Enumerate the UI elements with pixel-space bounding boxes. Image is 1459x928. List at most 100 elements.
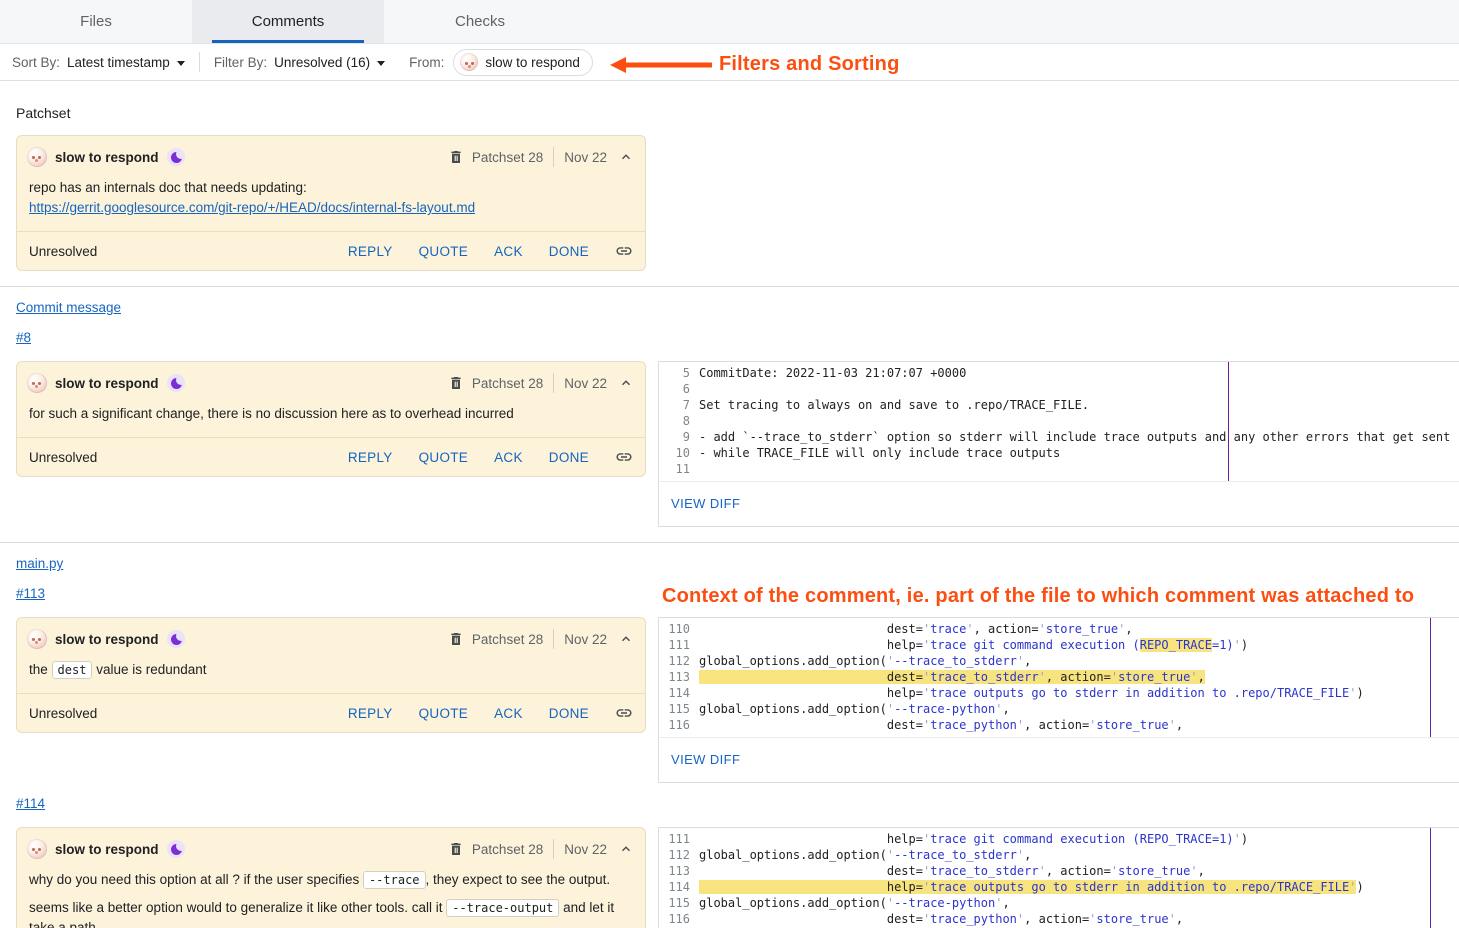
delete-comment-button[interactable] (448, 375, 464, 391)
from-label: From: (409, 55, 444, 70)
avatar (27, 147, 47, 167)
sort-by-dropdown[interactable]: Latest timestamp (67, 55, 185, 70)
inline-code: dest (52, 661, 93, 679)
comment-card-header: slow to respond Patchset 28 Nov 22 (17, 136, 645, 175)
comment-body: repo has an internals doc that needs upd… (17, 175, 645, 231)
collapse-comment-button[interactable] (619, 632, 633, 646)
reply-button[interactable]: REPLY (348, 450, 393, 465)
reply-button[interactable]: REPLY (348, 706, 393, 721)
line-link-113[interactable]: #113 (16, 586, 45, 601)
link-icon (615, 704, 633, 722)
crescent-moon-status-icon (167, 840, 185, 858)
divider (553, 373, 554, 393)
comment-card: slow to respond Patchset 28 Nov 22 (16, 135, 646, 271)
code-context-box: 110 dest='trace', action='store_true',11… (658, 617, 1459, 783)
tab-checks[interactable]: Checks (384, 0, 576, 43)
view-diff-button[interactable]: VIEW DIFF (671, 496, 740, 511)
comment-date: Nov 22 (564, 150, 607, 165)
filter-by-dropdown[interactable]: Unresolved (16) (274, 55, 385, 70)
tab-bar: Files Comments Checks (0, 0, 1459, 44)
divider (553, 629, 554, 649)
left-arrow-icon (610, 56, 712, 74)
comment-card-footer: Unresolved REPLY QUOTE ACK DONE (17, 231, 645, 270)
status-badge: Unresolved (29, 450, 97, 465)
code-context: 5CommitDate: 2022-11-03 21:07:07 +00006 … (659, 362, 1459, 482)
comment-card-footer: Unresolved REPLY QUOTE ACK DONE (17, 437, 645, 476)
comment-card-header: slow to respond Patchset 28 Nov 22 (17, 828, 645, 867)
code-context-box: 5CommitDate: 2022-11-03 21:07:07 +00006 … (658, 361, 1459, 527)
status-badge: Unresolved (29, 244, 97, 259)
done-button[interactable]: DONE (549, 450, 589, 465)
trash-icon (448, 375, 464, 391)
sort-by-label: Sort By: (12, 55, 60, 70)
ack-button[interactable]: ACK (494, 450, 523, 465)
ack-button[interactable]: ACK (494, 244, 523, 259)
delete-comment-button[interactable] (448, 631, 464, 647)
tab-comments[interactable]: Comments (192, 0, 384, 43)
from-author-chip[interactable]: slow to respond (453, 49, 593, 76)
filter-by-label: Filter By: (214, 55, 267, 70)
section-patchset: Patchset slow to respond Patchset 28 Nov… (0, 105, 1459, 271)
comment-card: slow to respond Patchset 28 Nov 22 (16, 827, 646, 928)
file-link-commit-message[interactable]: Commit message (16, 300, 121, 315)
delete-comment-button[interactable] (448, 149, 464, 165)
patchset-section-label: Patchset (16, 105, 1459, 121)
comment-body: why do you need this option at all ? if … (17, 867, 645, 928)
divider (553, 147, 554, 167)
from-chip-label: slow to respond (485, 55, 580, 70)
done-button[interactable]: DONE (549, 244, 589, 259)
inline-code: --trace-output (446, 899, 559, 917)
collapse-comment-button[interactable] (619, 376, 633, 390)
avatar (27, 839, 47, 859)
comment-author: slow to respond (55, 376, 159, 391)
comment-card-footer: Unresolved REPLY QUOTE ACK DONE (17, 693, 645, 732)
filters-sorting-annotation: Filters and Sorting (610, 53, 899, 76)
comment-link[interactable]: https://gerrit.googlesource.com/git-repo… (29, 200, 475, 215)
collapse-comment-button[interactable] (619, 150, 633, 164)
tab-files[interactable]: Files (0, 0, 192, 43)
done-button[interactable]: DONE (549, 706, 589, 721)
inline-code: --trace (363, 871, 426, 889)
crescent-moon-status-icon (167, 630, 185, 648)
file-link-main-py[interactable]: main.py (16, 556, 63, 571)
view-diff-button[interactable]: VIEW DIFF (671, 752, 740, 767)
comment-author: slow to respond (55, 842, 159, 857)
copy-link-button[interactable] (615, 242, 633, 260)
delete-comment-button[interactable] (448, 841, 464, 857)
link-icon (615, 242, 633, 260)
patchset-ref: Patchset 28 (472, 842, 543, 857)
copy-link-button[interactable] (615, 704, 633, 722)
quote-button[interactable]: QUOTE (419, 244, 469, 259)
code-context: 111 help='trace git command execution (R… (659, 828, 1459, 928)
comment-card: slow to respond Patchset 28 Nov 22 (16, 617, 646, 733)
reply-button[interactable]: REPLY (348, 244, 393, 259)
section-commit-message: Commit message #8 slow to respond Patchs… (0, 287, 1459, 527)
comment-author: slow to respond (55, 632, 159, 647)
avatar (27, 629, 47, 649)
crescent-moon-status-icon (167, 374, 185, 392)
patchset-ref: Patchset 28 (472, 632, 543, 647)
avatar (27, 373, 47, 393)
line-link-8[interactable]: #8 (16, 330, 31, 345)
filter-by-value: Unresolved (16) (274, 55, 370, 70)
comment-card: slow to respond Patchset 28 Nov 22 (16, 361, 646, 477)
chevron-down-icon (177, 61, 185, 66)
patchset-ref: Patchset 28 (472, 150, 543, 165)
comment-card-header: slow to respond Patchset 28 Nov 22 (17, 618, 645, 657)
chevron-up-icon (619, 632, 633, 646)
line-link-114[interactable]: #114 (16, 796, 45, 811)
patchset-ref: Patchset 28 (472, 376, 543, 391)
quote-button[interactable]: QUOTE (419, 450, 469, 465)
comment-body: the dest value is redundant (17, 657, 645, 693)
chevron-up-icon (619, 376, 633, 390)
trash-icon (448, 631, 464, 647)
section-main-py: main.py #113 Context of the comment, ie.… (0, 543, 1459, 928)
crescent-moon-status-icon (167, 148, 185, 166)
comment-date: Nov 22 (564, 632, 607, 647)
ack-button[interactable]: ACK (494, 706, 523, 721)
copy-link-button[interactable] (615, 448, 633, 466)
collapse-comment-button[interactable] (619, 842, 633, 856)
quote-button[interactable]: QUOTE (419, 706, 469, 721)
comment-date: Nov 22 (564, 376, 607, 391)
comment-body: for such a significant change, there is … (17, 401, 645, 437)
